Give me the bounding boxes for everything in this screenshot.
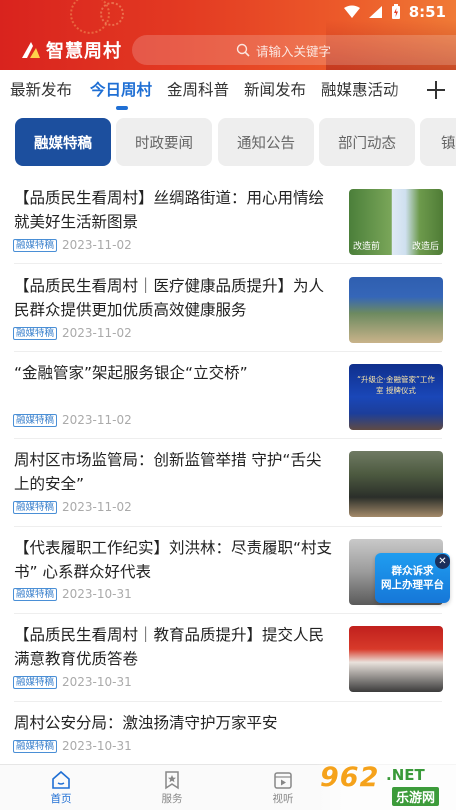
app-header: 8:51 智慧周村 请输入关键字 (0, 0, 456, 70)
signal-icon (368, 6, 382, 18)
news-title: “金融管家”架起服务银企“立交桥” (14, 364, 248, 382)
subtab-towns[interactable]: 镇 (420, 118, 456, 166)
news-tag: 融媒特稿 (13, 327, 58, 340)
news-tag: 融媒特稿 (13, 239, 58, 252)
news-title: 【品质民生看周村】丝绸路街道：用心用情绘就美好生活新图景 (14, 189, 325, 231)
float-badge-line1: 群众诉求 (391, 565, 434, 577)
nav-services-label: 服务 (161, 793, 183, 805)
news-item[interactable]: 【品质民生看周村｜医疗健康品质提升】为人民群众提供更加优质高效健康服务 融媒特稿… (0, 264, 456, 351)
news-thumbnail: 改造前 改造后 (349, 189, 443, 255)
news-date: 2023-11-02 (62, 500, 132, 514)
news-tag: 融媒特稿 (13, 588, 58, 601)
subtab-politics[interactable]: 时政要闻 (116, 118, 212, 166)
news-thumbnail (349, 451, 443, 517)
news-date: 2023-11-02 (62, 326, 132, 340)
nav-services[interactable]: 服务 (142, 767, 202, 806)
news-thumbnail (349, 277, 443, 343)
subtab-feature[interactable]: 融媒特稿 (15, 118, 111, 166)
news-tag: 融媒特稿 (13, 501, 58, 514)
news-thumbnail: “升级企·金融管家”工作室 授牌仪式 (349, 364, 443, 430)
thumb-caption: 改造前 (353, 242, 381, 252)
news-title: 【代表履职工作纪实】刘洪林：尽责履职“村支书” 心系群众好代表 (14, 539, 333, 581)
news-item[interactable]: “金融管家”架起服务银企“立交桥” 融媒特稿 2023-11-02 “升级企·金… (0, 351, 456, 438)
channel-tabs: 最新发布 今日周村 金周科普 新闻发布 融媒惠活动 (0, 70, 456, 112)
watermark-cn: 乐游网 (392, 787, 440, 806)
nav-video-label: 视听 (272, 793, 294, 805)
search-icon (236, 43, 250, 57)
watermark-suffix: .NET (386, 766, 425, 784)
news-date: 2023-10-31 (62, 587, 132, 601)
news-item[interactable]: 【品质民生看周村】丝绸路街道：用心用情绘就美好生活新图景 融媒特稿 2023-1… (0, 176, 456, 264)
status-time: 8:51 (408, 3, 446, 21)
bookmark-star-icon (165, 771, 179, 790)
tab-press-release[interactable]: 新闻发布 (244, 78, 306, 100)
subtab-notices[interactable]: 通知公告 (218, 118, 314, 166)
app-logo[interactable]: 智慧周村 (20, 37, 122, 63)
close-icon[interactable]: ✕ (435, 554, 450, 569)
news-thumbnail (349, 626, 443, 692)
news-date: 2023-11-02 (62, 238, 132, 252)
thumb-banner-text: “升级企·金融管家”工作室 授牌仪式 (357, 375, 435, 395)
active-tab-indicator (116, 106, 128, 110)
news-item[interactable]: 【品质民生看周村｜教育品质提升】提交人民满意教育优质答卷 融媒特稿 2023-1… (0, 613, 456, 701)
search-input[interactable]: 请输入关键字 (132, 35, 456, 65)
subtab-departments[interactable]: 部门动态 (319, 118, 415, 166)
news-tag: 融媒特稿 (13, 414, 58, 427)
news-title: 【品质民生看周村｜医疗健康品质提升】为人民群众提供更加优质高效健康服务 (14, 277, 325, 319)
add-channel-icon[interactable] (424, 78, 448, 102)
nav-home-label: 首页 (50, 793, 72, 805)
news-tag: 融媒特稿 (13, 676, 58, 689)
logo-icon (22, 42, 40, 58)
wifi-icon (343, 5, 360, 18)
news-date: 2023-11-02 (62, 413, 132, 427)
nav-video[interactable]: 视听 (253, 767, 313, 806)
app-name: 智慧周村 (46, 41, 122, 62)
news-item[interactable]: 周村公安分局：激浊扬清守护万家平安 融媒特稿 2023-10-31 (0, 701, 456, 763)
news-title: 周村公安分局：激浊扬清守护万家平安 (14, 714, 278, 732)
nav-home[interactable]: 首页 (31, 767, 91, 806)
news-date: 2023-10-31 (62, 739, 132, 753)
tabs-fade (390, 70, 418, 108)
video-icon (274, 772, 292, 789)
sub-tabs: 融媒特稿 时政要闻 通知公告 部门动态 镇 (0, 116, 456, 170)
battery-icon (391, 4, 400, 19)
watermark-logo: 962 (320, 762, 380, 793)
thumb-caption: 改造后 (411, 242, 439, 252)
news-item[interactable]: 周村区市场监管局：创新监管举措 守护“舌尖上的安全” 融媒特稿 2023-11-… (0, 438, 456, 526)
search-placeholder: 请输入关键字 (256, 43, 332, 59)
tab-today-zhoucun[interactable]: 今日周村 (90, 78, 152, 100)
news-title: 周村区市场监管局：创新监管举措 守护“舌尖上的安全” (14, 451, 322, 493)
tab-latest[interactable]: 最新发布 (10, 78, 72, 100)
status-bar: 8:51 (0, 0, 456, 26)
tab-media-activities[interactable]: 融媒惠活动 (321, 78, 399, 100)
float-badge-line2: 网上办理平台 (381, 579, 444, 591)
home-icon (52, 770, 70, 789)
news-tag: 融媒特稿 (13, 740, 58, 753)
news-date: 2023-10-31 (62, 675, 132, 689)
news-title: 【品质民生看周村｜教育品质提升】提交人民满意教育优质答卷 (14, 626, 325, 668)
tab-science[interactable]: 金周科普 (167, 78, 229, 100)
